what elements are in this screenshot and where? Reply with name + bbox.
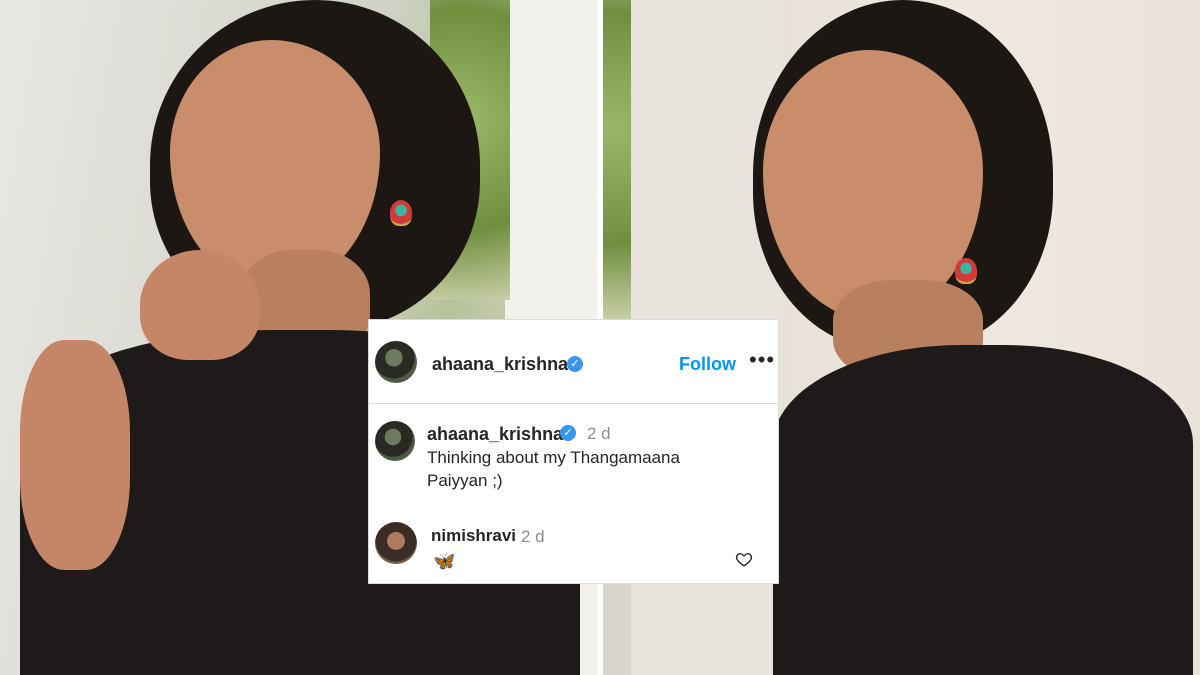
caption-verified-badge-icon: ✓ [560,425,576,441]
post-header: ahaana_krishna ✓ Follow ••• [369,320,778,404]
reply-author-avatar[interactable] [375,522,417,564]
instagram-comment-card: ahaana_krishna ✓ Follow ••• ahaana_krish… [368,319,779,584]
post-author-username[interactable]: ahaana_krishna [432,354,568,375]
caption-author-avatar[interactable] [375,421,415,461]
verified-badge-icon: ✓ [567,356,583,372]
heart-icon[interactable] [735,550,753,568]
author-avatar[interactable] [375,341,417,383]
caption-text: Thinking about my Thangamaana Paiyyan ;) [427,446,767,492]
more-options-icon[interactable]: ••• [749,349,775,371]
caption-text-line-2: Paiyyan ;) [427,471,503,490]
caption-author-username[interactable]: ahaana_krishna [427,424,563,445]
reply-butterfly-emoji: 🦋 [433,551,456,571]
follow-button[interactable]: Follow [679,354,736,375]
reply-author-username[interactable]: nimishravi [431,526,516,546]
reply-timestamp: 2 d [521,527,545,546]
caption-text-line-1: Thinking about my Thangamaana [427,448,680,467]
caption-timestamp: 2 d [587,424,611,443]
